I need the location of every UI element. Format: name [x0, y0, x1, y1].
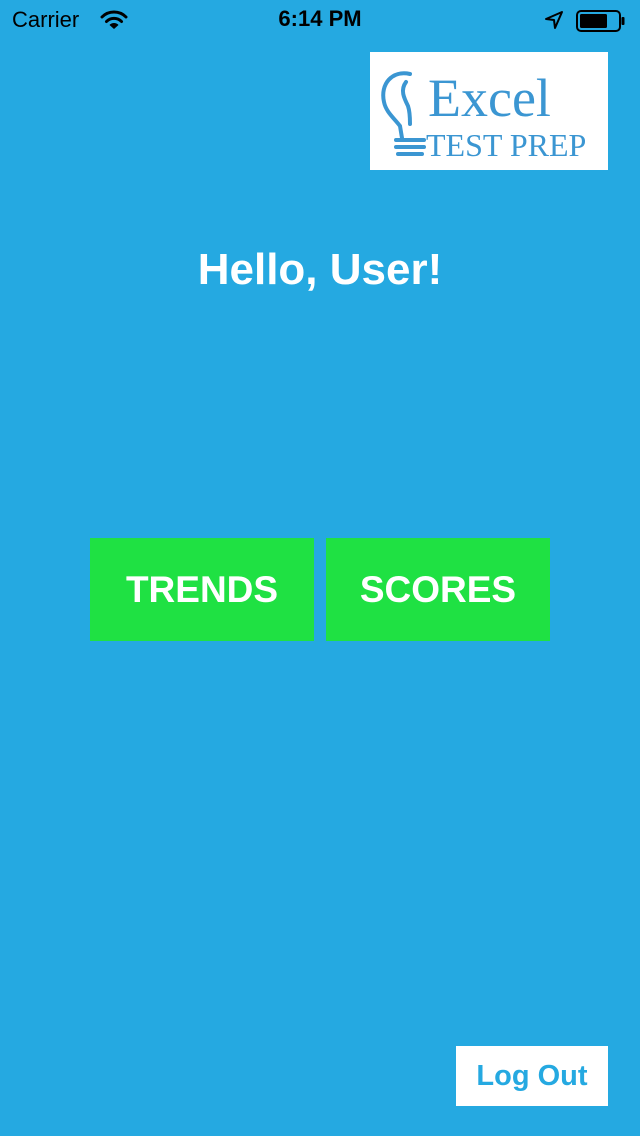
scores-button[interactable]: SCORES: [326, 538, 550, 641]
battery-icon: [576, 10, 625, 32]
location-arrow-icon: [545, 11, 563, 29]
logo-testprep-text: TEST PREP: [426, 127, 586, 163]
lightbulb-icon: Excel TEST PREP: [381, 68, 586, 163]
trends-button[interactable]: TRENDS: [90, 538, 314, 641]
status-bar: Carrier 6:14 PM: [0, 0, 640, 40]
logo-excel-text: Excel: [428, 68, 551, 128]
greeting-heading: Hello, User!: [197, 245, 443, 294]
log-out-button[interactable]: Log Out: [456, 1046, 608, 1106]
excel-test-prep-logo: Excel TEST PREP: [370, 52, 608, 170]
